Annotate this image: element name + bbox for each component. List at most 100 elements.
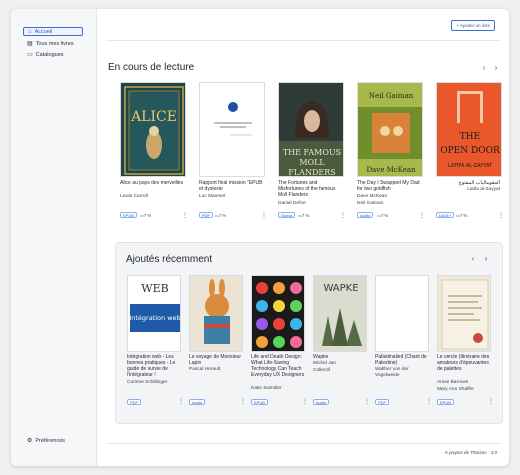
more-options-icon[interactable]: ⋮	[426, 399, 432, 405]
progress-value: 7 %	[380, 213, 389, 218]
sidebar-item-all-books[interactable]: ▤ Tous mes livres	[23, 39, 78, 48]
format-badge: Divina	[278, 212, 296, 218]
book-title: The Day I Swapped My Dad for two goldfis…	[357, 180, 420, 192]
integration-web-cover-art: WEB Intégration web	[128, 276, 180, 351]
about-link[interactable]: À propos de Thorium - 3.0	[445, 450, 497, 455]
format-badge: PDF	[199, 212, 213, 218]
home-icon: ⌂	[28, 28, 32, 35]
sidebar-item-catalogs[interactable]: ▭ Catalogues	[23, 50, 68, 59]
book-card[interactable]: WEB Intégration web Intégration web - Le…	[127, 275, 184, 415]
book-author-secondary: Mary Ann Shaffer	[437, 387, 474, 392]
progress-text: ▭7 %	[298, 213, 309, 218]
format-badge: Audio	[189, 399, 206, 405]
progress-text: ▭7 %	[456, 213, 467, 218]
sidebar: ⌂ Accueil ▤ Tous mes livres ▭ Catalogues…	[11, 9, 97, 466]
book-title: المقوم‏الباب المفتوح	[458, 180, 500, 186]
more-options-icon[interactable]: ⋮	[364, 399, 370, 405]
format-badge: DAISY	[436, 212, 455, 218]
book-author: Katie Swindler	[251, 386, 282, 391]
book-card[interactable]: Neil Gaiman Dave McKean The Day I Swappe…	[357, 82, 425, 227]
book-card[interactable]: Palästinalied (Chant de Palestine) Walth…	[375, 275, 432, 415]
book-card[interactable]: Le voyage de Monsieur Lapin Pascal Hérau…	[189, 275, 246, 415]
more-options-icon[interactable]: ⋮	[488, 399, 494, 405]
wapke-cover-art: WAPKE	[314, 276, 366, 351]
book-title: The Fortunes and Misfortunes of the famo…	[278, 180, 336, 198]
more-options-icon[interactable]: ⋮	[261, 213, 267, 219]
book-title: Le cercle (Itinéraire des amateurs d'épo…	[437, 354, 490, 372]
recent-next-arrow[interactable]: ›	[481, 254, 491, 264]
book-card[interactable]: Life and Death Design: What Life-Saving …	[251, 275, 308, 415]
sidebar-item-label: Préférences	[35, 437, 66, 444]
goldfish-cover-art: Neil Gaiman Dave McKean	[358, 83, 422, 176]
add-book-button[interactable]: + Ajouter un livre	[451, 20, 495, 31]
cercle-cover-art	[438, 276, 490, 351]
book-cover: THE OPEN DOOR LATIFA AL-ZAYYAT	[436, 82, 502, 177]
book-title: Rapport final mission "EPUB et dyslexie	[199, 180, 263, 192]
more-options-icon[interactable]: ⋮	[302, 399, 308, 405]
progress-text: ▭7 %	[215, 213, 226, 218]
recent-section: Ajoutés récemment ‹ › WEB Intégration we…	[115, 242, 503, 424]
book-cover: WEB Intégration web	[127, 275, 181, 352]
svg-text:THE: THE	[460, 132, 480, 142]
book-cover: Neil Gaiman Dave McKean	[357, 82, 423, 177]
svg-text:WEB: WEB	[141, 282, 168, 295]
format-badge: Audio	[357, 212, 374, 218]
open-door-cover-art: THE OPEN DOOR LATIFA AL-ZAYYAT	[437, 83, 501, 176]
sidebar-item-label: Tous mes livres	[35, 40, 74, 47]
alice-cover-art: ALICE	[121, 83, 185, 176]
rapport-cover-art	[200, 83, 264, 176]
book-author: Dave McKean	[357, 194, 388, 199]
reading-prev-arrow[interactable]: ‹	[479, 63, 489, 73]
book-cover	[375, 275, 429, 352]
book-author: Corinne Schillinger	[127, 380, 168, 385]
more-options-icon[interactable]: ⋮	[182, 213, 188, 219]
book-card[interactable]: Rapport final mission "EPUB et dyslexie …	[199, 82, 267, 227]
svg-text:MOLL: MOLL	[299, 158, 325, 167]
book-card[interactable]: Le cercle (Itinéraire des amateurs d'épo…	[437, 275, 494, 415]
book-title: Life and Death Design: What Life-Saving …	[251, 354, 305, 378]
book-title: Intégration web - Les bonnes pratiques -…	[127, 354, 176, 378]
books-icon: ▤	[27, 40, 33, 47]
book-author: Luc Maumet	[199, 194, 226, 199]
sidebar-item-preferences[interactable]: ⚙ Préférences	[23, 436, 69, 445]
format-badge: EPUB	[437, 399, 454, 405]
book-cover	[251, 275, 305, 352]
app-window: ⌂ Accueil ▤ Tous mes livres ▭ Catalogues…	[11, 9, 509, 466]
book-title: Alice au pays des merveilles	[120, 180, 184, 186]
more-options-icon[interactable]: ⋮	[178, 399, 184, 405]
sidebar-item-label: Accueil	[34, 28, 53, 35]
main-content: + Ajouter un livre En cours de lecture ‹…	[98, 9, 509, 466]
reading-next-arrow[interactable]: ›	[491, 63, 501, 73]
recent-prev-arrow[interactable]: ‹	[468, 254, 478, 264]
book-title: Palästinalied (Chant de Palestine)	[375, 354, 427, 366]
progress-value: 7 %	[218, 213, 227, 218]
book-card[interactable]: THE OPEN DOOR LATIFA AL-ZAYYAT المقوم‏ال…	[436, 82, 504, 227]
svg-text:OPEN DOOR: OPEN DOOR	[440, 146, 500, 156]
book-card[interactable]: ALICE Alice au pays des merveilles Lewis…	[120, 82, 188, 227]
format-badge: PDF	[127, 399, 141, 405]
book-cover	[189, 275, 243, 352]
book-author: Michel Jan	[313, 361, 336, 366]
svg-text:Neil Gaiman: Neil Gaiman	[369, 92, 414, 100]
sidebar-item-home[interactable]: ⌂ Accueil	[23, 27, 83, 36]
book-author: Walther von der Vogelweide	[375, 367, 409, 378]
book-author: Annie Barrows	[437, 380, 469, 385]
more-options-icon[interactable]: ⋮	[340, 213, 346, 219]
more-options-icon[interactable]: ⋮	[498, 213, 504, 219]
more-options-icon[interactable]: ⋮	[240, 399, 246, 405]
book-card[interactable]: WAPKE Wapke Michel Jan Collectif Audio ⋮	[313, 275, 370, 415]
divider	[106, 443, 501, 444]
book-author: Pascal Hérault	[189, 367, 221, 372]
book-title: Wapke	[313, 354, 329, 360]
section-title-reading: En cours de lecture	[108, 62, 195, 73]
svg-text:Dave McKean: Dave McKean	[366, 166, 416, 174]
format-badge: EPUB	[251, 399, 268, 405]
more-options-icon[interactable]: ⋮	[419, 213, 425, 219]
progress-value: 7 %	[301, 213, 310, 218]
format-badge: PDF	[375, 399, 389, 405]
moll-cover-art: THE FAMOUS MOLL FLANDERS	[279, 83, 343, 176]
book-cover	[199, 82, 265, 177]
progress-text: ▭7 %	[377, 213, 388, 218]
book-card[interactable]: THE FAMOUS MOLL FLANDERS The Fortunes an…	[278, 82, 346, 227]
svg-text:Intégration web: Intégration web	[129, 314, 180, 322]
